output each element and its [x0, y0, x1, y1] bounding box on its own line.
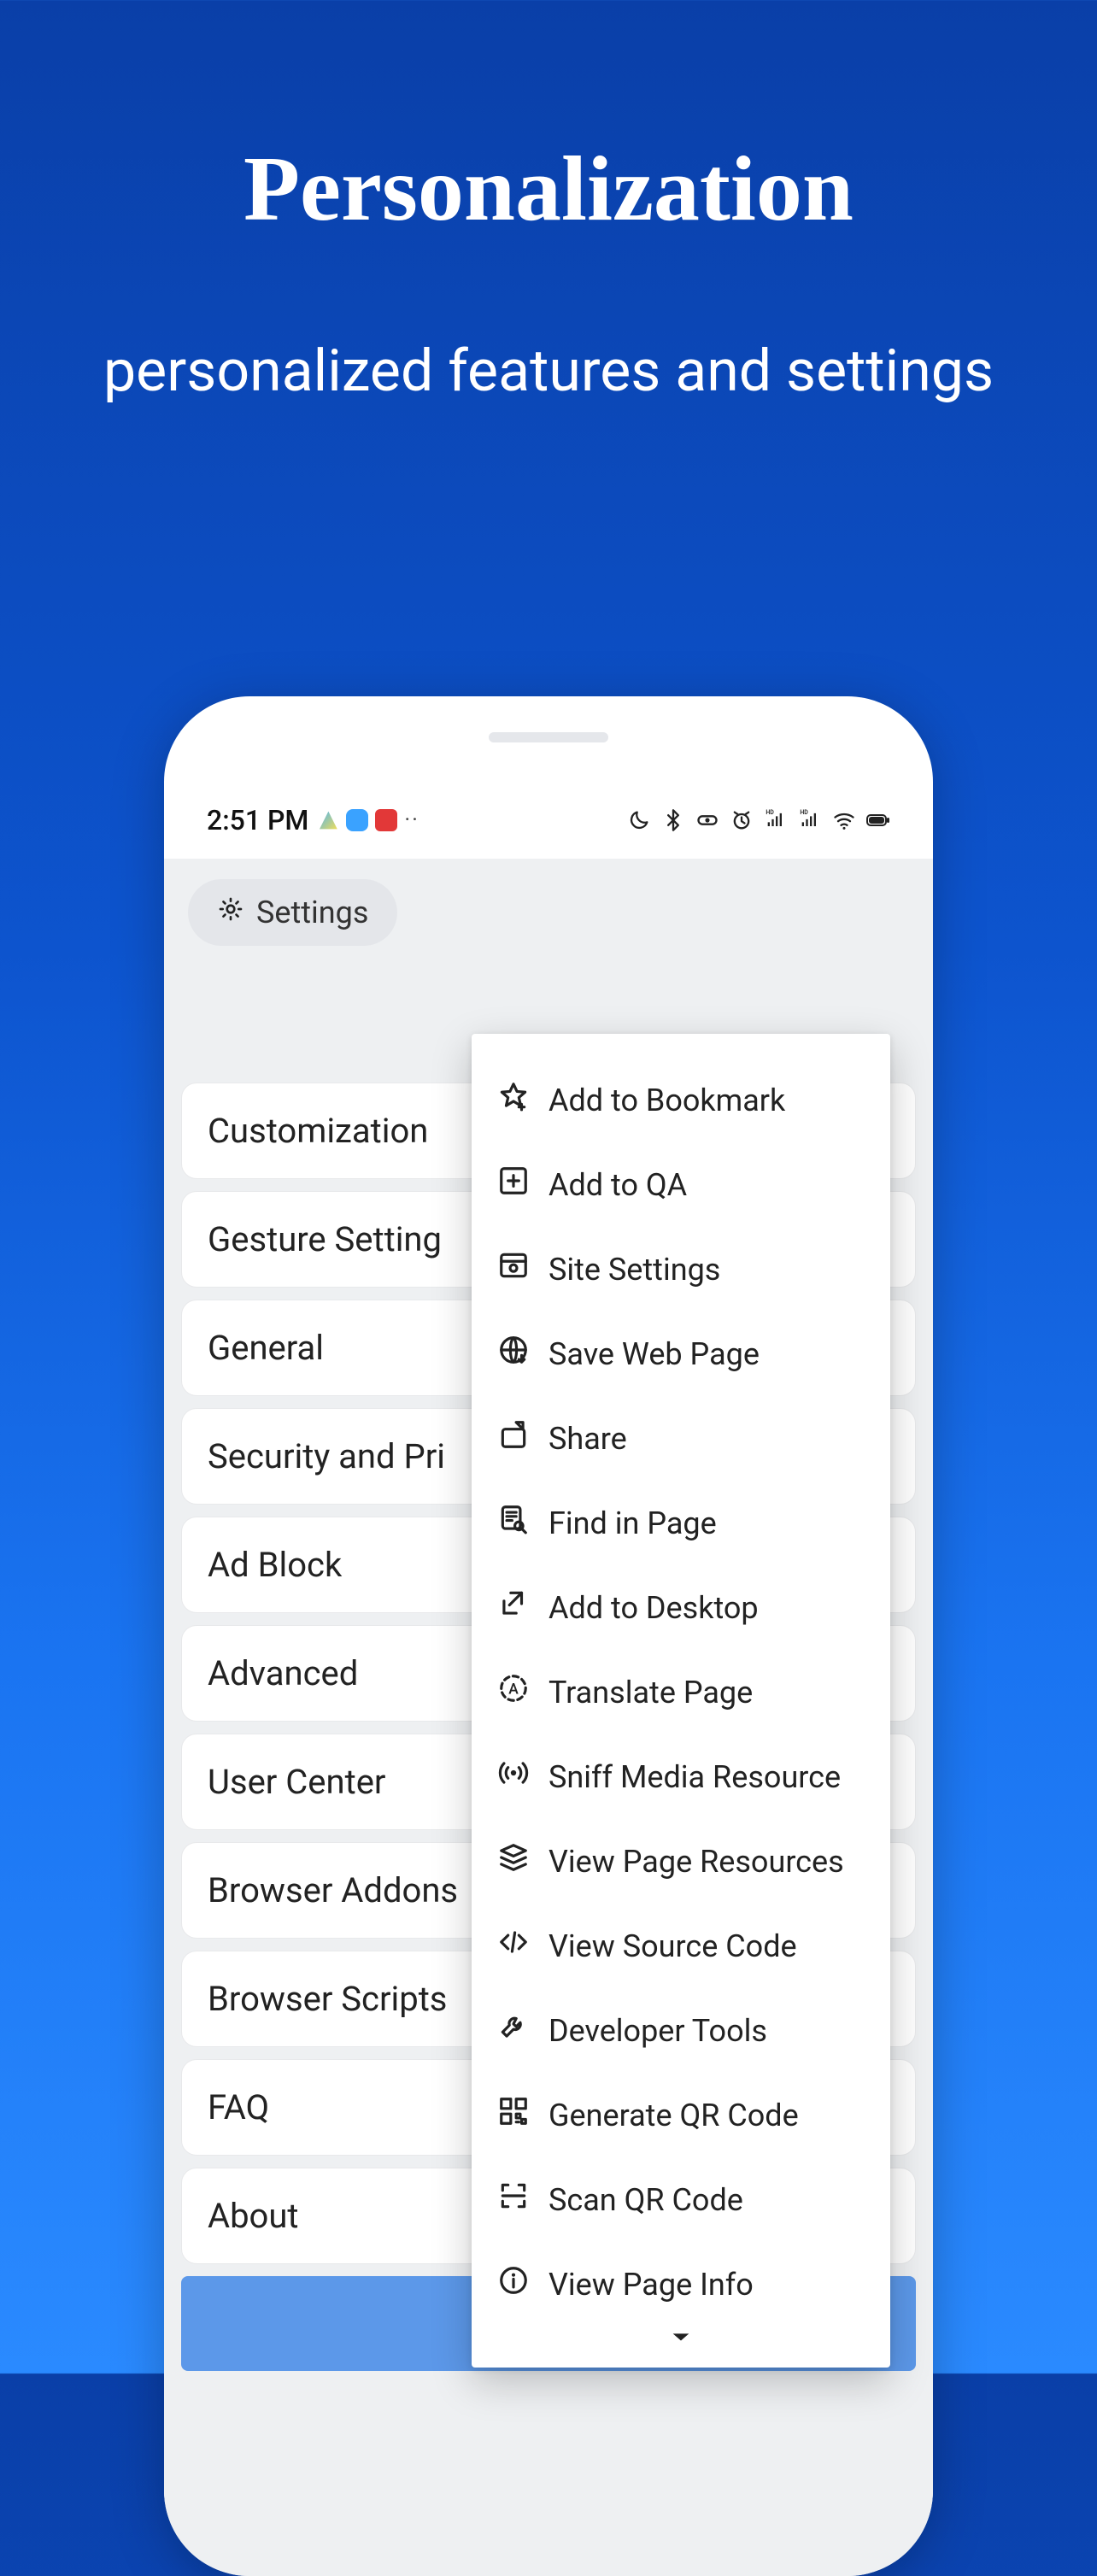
hero-title: Personalization — [0, 137, 1097, 243]
battery-pill-icon — [695, 808, 719, 832]
menu-item-label: Share — [548, 1421, 627, 1457]
menu-item-qa[interactable]: Add to QA — [497, 1142, 865, 1227]
menu-item-label: Save Web Page — [548, 1336, 760, 1372]
context-menu: Add to Bookmark Add to QA Site Settings … — [472, 1034, 890, 2368]
status-time: 2:51 PM — [207, 804, 308, 836]
menu-item-label: View Source Code — [548, 1928, 797, 1964]
info-icon — [497, 2264, 530, 2304]
settings-chip[interactable]: Settings — [188, 879, 397, 946]
alarm-icon — [730, 808, 754, 832]
menu-more-indicator[interactable] — [497, 2327, 865, 2357]
menu-item-source[interactable]: View Source Code — [497, 1904, 865, 1988]
menu-item-label: Find in Page — [548, 1505, 717, 1541]
menu-item-page-info[interactable]: View Page Info — [497, 2242, 865, 2327]
menu-item-sniff[interactable]: Sniff Media Resource — [497, 1734, 865, 1819]
desktop-out-icon — [497, 1587, 530, 1628]
menu-item-desktop[interactable]: Add to Desktop — [497, 1565, 865, 1650]
signal-hd2-icon: HD — [798, 808, 822, 832]
bluetooth-icon — [661, 808, 685, 832]
layers-icon — [497, 1841, 530, 1881]
settings-item-label: Gesture Setting — [208, 1219, 442, 1259]
status-bar: 2:51 PM ·· HD HD — [164, 799, 933, 842]
settings-item-label: User Center — [208, 1762, 385, 1802]
menu-item-share[interactable]: Share — [497, 1396, 865, 1481]
menu-item-label: Sniff Media Resource — [548, 1759, 841, 1795]
qr-icon — [497, 2095, 530, 2135]
status-app-icons: ·· — [317, 807, 419, 833]
code-icon — [497, 1926, 530, 1966]
menu-item-label: Generate QR Code — [548, 2098, 799, 2133]
menu-item-label: Translate Page — [548, 1675, 753, 1710]
settings-chip-label: Settings — [256, 895, 368, 930]
menu-item-qr-gen[interactable]: Generate QR Code — [497, 2073, 865, 2157]
menu-item-label: Add to QA — [548, 1167, 687, 1203]
settings-item-label: Ad Block — [208, 1545, 342, 1585]
moon-icon — [627, 808, 651, 832]
menu-item-label: View Page Resources — [548, 1844, 844, 1880]
menu-item-label: Developer Tools — [548, 2013, 767, 2049]
star-plus-icon — [497, 1080, 530, 1120]
svg-text:A: A — [508, 1681, 519, 1698]
svg-text:HD: HD — [800, 809, 808, 816]
scan-icon — [497, 2180, 530, 2220]
wifi-icon — [832, 808, 856, 832]
menu-item-label: Scan QR Code — [548, 2182, 743, 2218]
find-page-icon — [497, 1503, 530, 1543]
menu-item-qr-scan[interactable]: Scan QR Code — [497, 2157, 865, 2242]
menu-item-label: Site Settings — [548, 1252, 720, 1288]
settings-item-label: Advanced — [208, 1653, 358, 1693]
menu-item-devtools[interactable]: Developer Tools — [497, 1988, 865, 2073]
header-row: Settings — [164, 859, 933, 946]
plus-box-icon — [497, 1165, 530, 1205]
content-area: Settings Customization Gesture Setting G… — [164, 859, 933, 2576]
menu-item-resources[interactable]: View Page Resources — [497, 1819, 865, 1904]
globe-down-icon — [497, 1334, 530, 1374]
settings-item-label: Browser Scripts — [208, 1979, 447, 2019]
menu-item-label: Add to Desktop — [548, 1590, 759, 1626]
settings-item-label: Browser Addons — [208, 1870, 458, 1910]
svg-text:HD: HD — [766, 809, 774, 816]
menu-item-find[interactable]: Find in Page — [497, 1481, 865, 1565]
menu-item-save-page[interactable]: Save Web Page — [497, 1311, 865, 1396]
settings-item-label: Customization — [208, 1111, 428, 1151]
chevron-down-icon — [669, 2332, 693, 2349]
radio-wave-icon — [497, 1757, 530, 1797]
menu-item-translate[interactable]: A Translate Page — [497, 1650, 865, 1734]
menu-item-site-settings[interactable]: Site Settings — [497, 1227, 865, 1311]
menu-item-label: Add to Bookmark — [548, 1083, 785, 1118]
signal-hd-icon: HD — [764, 808, 788, 832]
battery-icon — [866, 808, 890, 832]
settings-item-label: About — [208, 2196, 299, 2236]
settings-item-label: General — [208, 1328, 324, 1368]
menu-item-label: View Page Info — [548, 2267, 754, 2303]
translate-icon: A — [497, 1672, 530, 1712]
phone-frame: 2:51 PM ·· HD HD Settings — [164, 696, 933, 2576]
settings-item-label: Security and Pri — [208, 1436, 445, 1476]
hero-subtitle: personalized features and settings — [0, 337, 1097, 405]
settings-item-label: FAQ — [208, 2087, 269, 2127]
site-gear-icon — [497, 1249, 530, 1289]
menu-item-bookmark[interactable]: Add to Bookmark — [497, 1058, 865, 1142]
share-icon — [497, 1418, 530, 1458]
gear-icon — [217, 895, 244, 930]
wrench-icon — [497, 2010, 530, 2051]
